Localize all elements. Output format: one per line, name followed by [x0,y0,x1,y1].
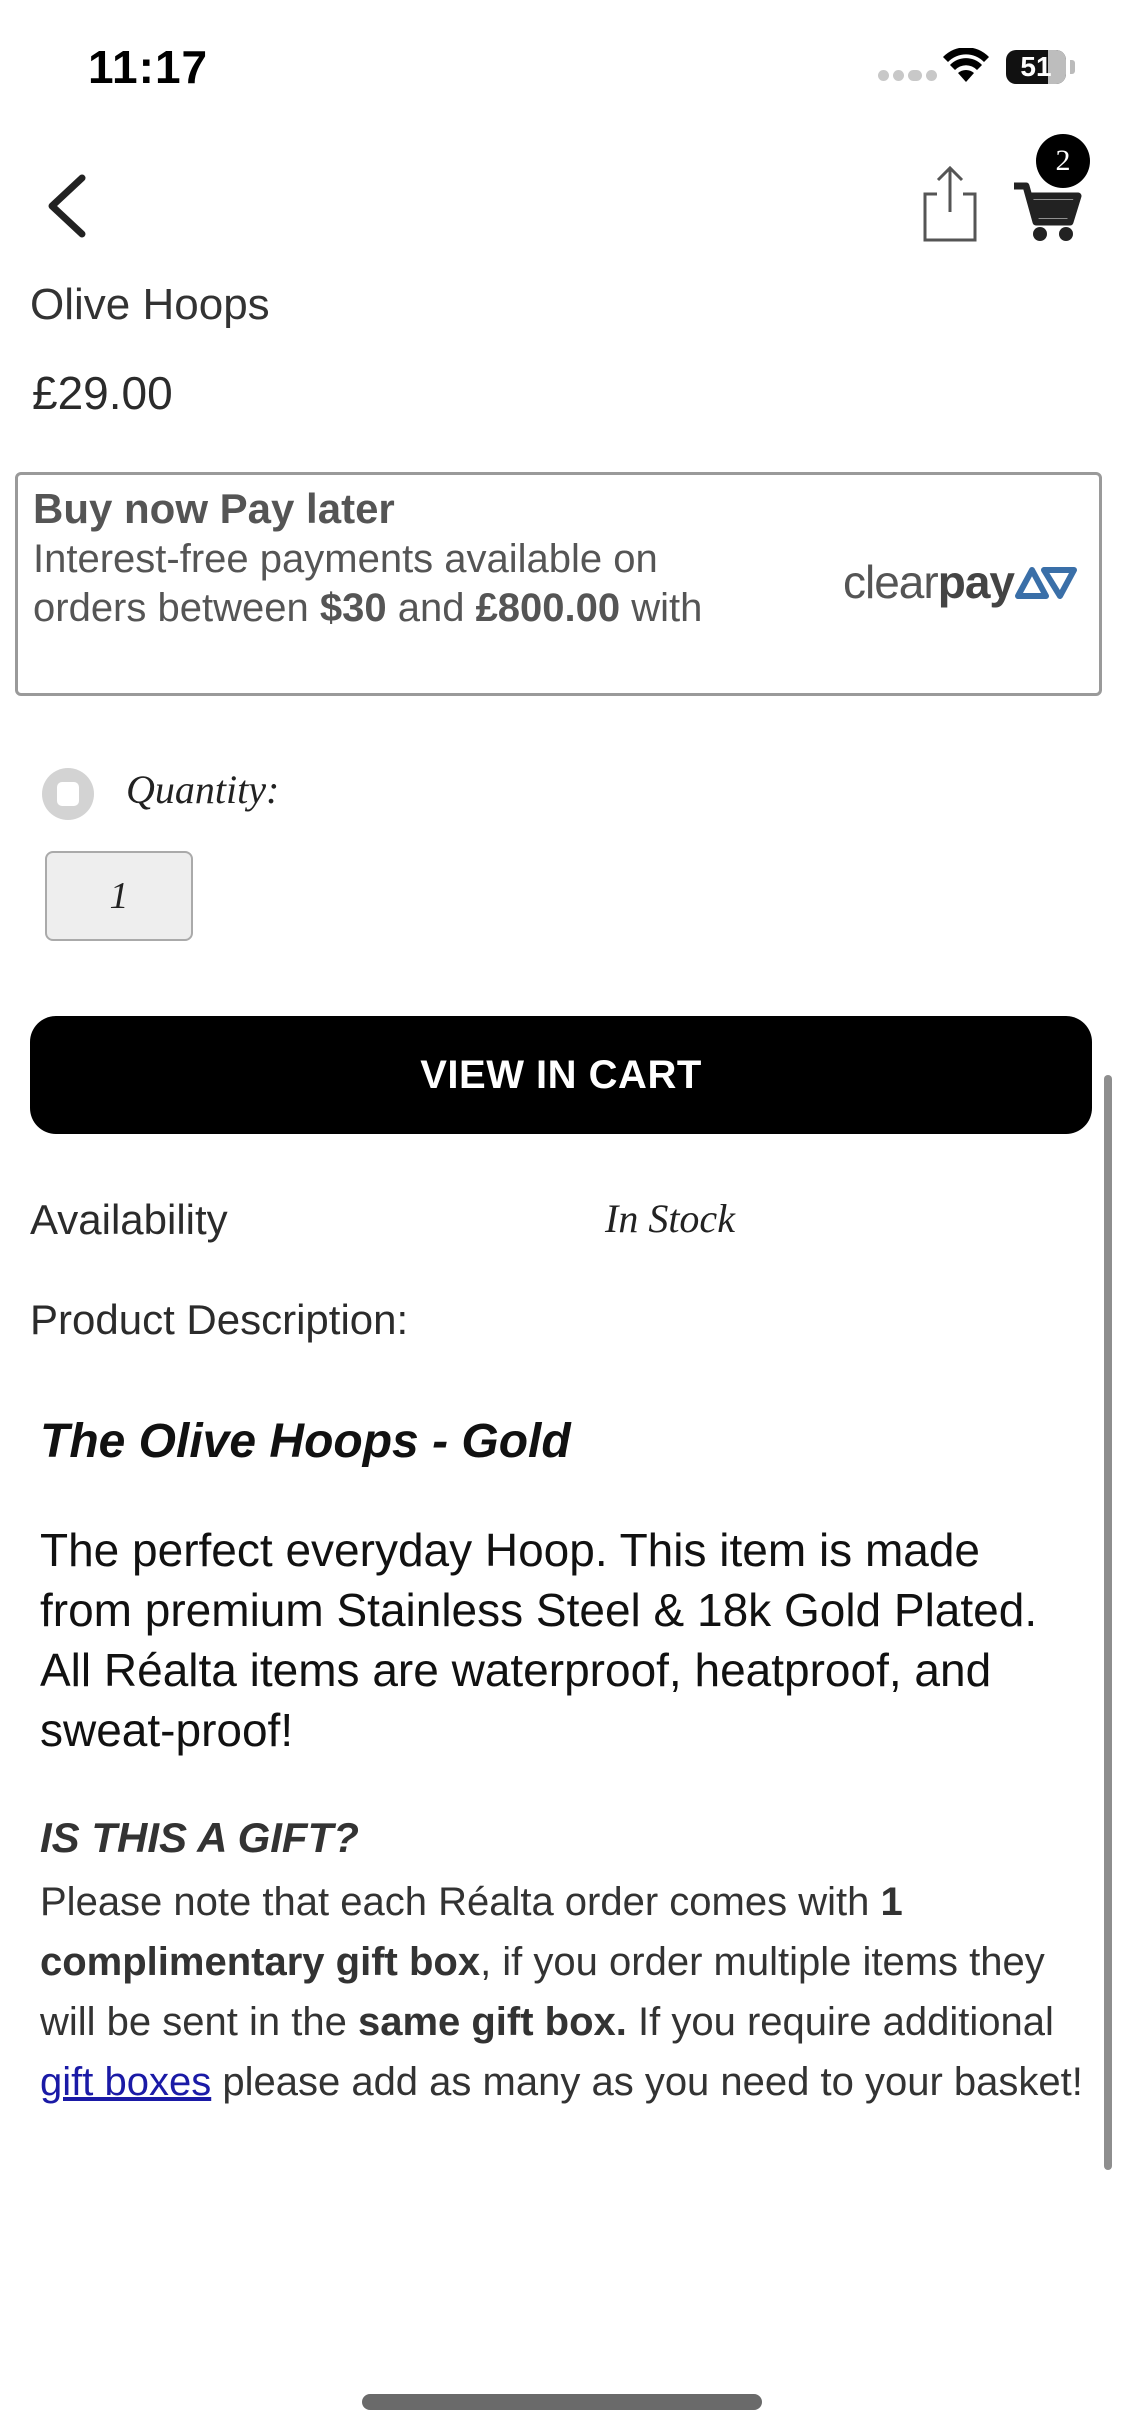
battery-tip [1070,60,1075,74]
product-description-label: Product Description: [30,1296,409,1343]
cellular-signal-icon [878,68,941,86]
bnpl-description: Interest-free payments available on orde… [33,537,703,630]
quantity-label: Quantity: [126,767,280,812]
clearpay-arrows-icon [1014,567,1077,599]
availability-label: Availability [30,1196,228,1243]
home-indicator[interactable] [362,2394,762,2410]
gift-boxes-link[interactable]: gift boxes [40,2060,211,2104]
bnpl-banner: Buy now Pay later Interest-free payments… [15,472,1102,696]
status-bar: 11:17 51 [0,0,1125,140]
back-button[interactable] [30,160,110,250]
clearpay-logo-text-bold: pay [937,556,1015,608]
description-body: The perfect everyday Hoop. This item is … [40,1524,1038,1756]
bnpl-heading: Buy now Pay later [33,485,395,532]
share-icon [923,165,977,242]
cart-count-badge: 2 [1036,134,1090,188]
product-title: Olive Hoops [30,280,270,329]
wifi-icon [943,48,989,82]
battery-level: 51 [1020,51,1052,82]
quantity-input[interactable]: 1 [45,851,193,941]
battery-icon: 51 [1006,50,1066,84]
top-navigation [0,150,1125,270]
status-time: 11:17 [88,41,209,93]
chevron-left-icon [48,174,86,238]
clearpay-logo-text: clear [843,556,939,608]
product-price: £29.00 [32,367,173,419]
gift-note: Please note that each Réalta order comes… [40,1880,1083,2104]
gift-heading: IS THIS A GIFT? [40,1814,359,1861]
clearpay-logo[interactable]: clearpay [843,555,1078,609]
quantity-radio-icon[interactable] [42,768,94,820]
description-title: The Olive Hoops - Gold [40,1415,571,1468]
availability-value: In Stock [605,1196,735,1241]
view-in-cart-button[interactable]: VIEW IN CART [30,1016,1092,1134]
share-button[interactable] [915,160,985,250]
scrollbar[interactable] [1104,1075,1112,2170]
